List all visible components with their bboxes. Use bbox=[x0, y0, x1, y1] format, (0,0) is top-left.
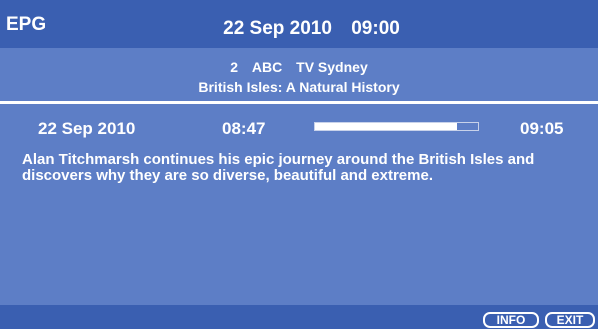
programme-start-time: 08:47 bbox=[222, 119, 266, 138]
programme-progress-bar bbox=[314, 122, 479, 131]
programme-end-time: 09:05 bbox=[520, 119, 564, 138]
header-bar: EPG 22 Sep 2010 09:00 bbox=[0, 0, 598, 48]
channel-name: ABC bbox=[251, 59, 283, 75]
channel-region: TV Sydney bbox=[296, 59, 368, 75]
programme-title: British Isles: A Natural History bbox=[198, 79, 400, 95]
current-time: 09:00 bbox=[351, 18, 400, 39]
programme-description: Alan Titchmarsh continues his epic journ… bbox=[22, 151, 535, 184]
current-datetime: 22 Sep 2010 09:00 bbox=[0, 18, 598, 40]
divider bbox=[0, 101, 598, 104]
programme-date: 22 Sep 2010 bbox=[38, 119, 136, 138]
exit-button[interactable]: EXIT bbox=[545, 312, 595, 328]
info-button[interactable]: INFO bbox=[483, 312, 539, 328]
programme-progress-fill bbox=[315, 123, 457, 130]
channel-info: 2 ABC TV Sydney bbox=[0, 59, 598, 75]
epg-window: EPG 22 Sep 2010 09:00 2 ABC TV Sydney Br… bbox=[0, 0, 598, 329]
current-date: 22 Sep 2010 bbox=[223, 18, 332, 39]
channel-number: 2 bbox=[230, 59, 239, 75]
